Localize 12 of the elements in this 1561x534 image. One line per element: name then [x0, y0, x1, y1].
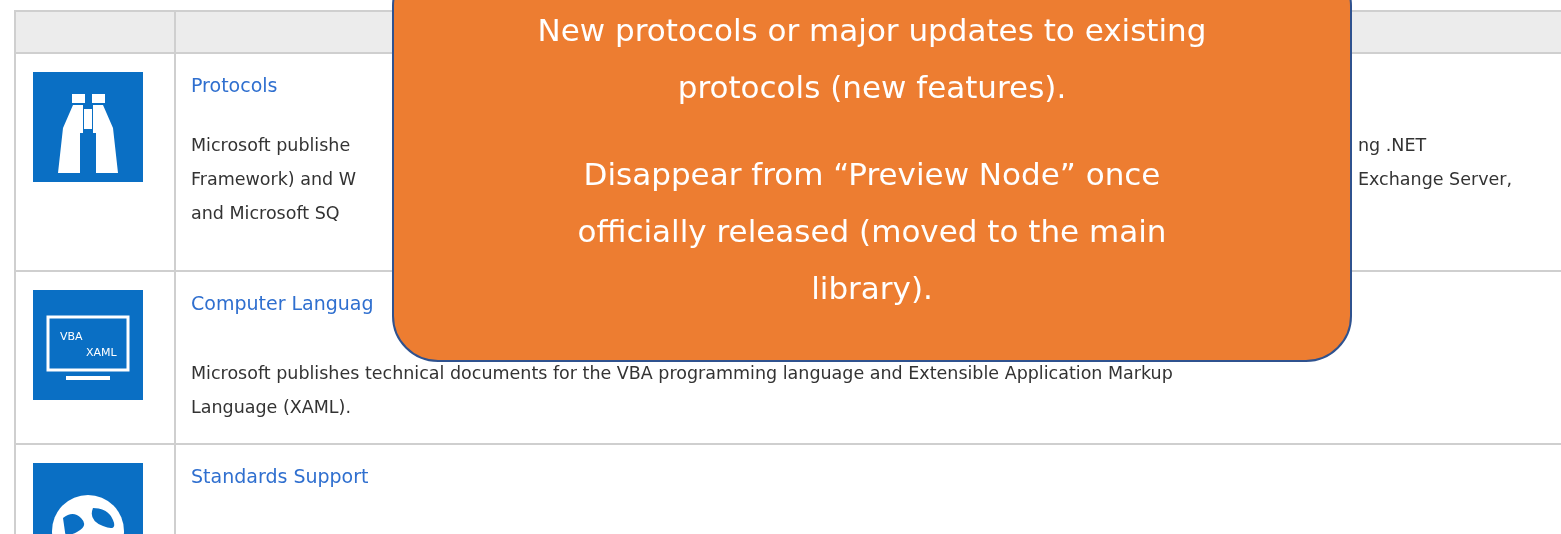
- section-link[interactable]: Standards Support: [191, 465, 369, 487]
- description-text: and Microsoft SQ: [191, 203, 340, 223]
- section-link[interactable]: Protocols: [191, 74, 278, 96]
- description-text: Microsoft publishes technical documents for the VBA programming language and Extensible Application Markup: [191, 363, 1173, 383]
- callout-text: Disappear from “Preview Node” once officially released (moved to the main library).: [577, 155, 1167, 308]
- description-text: Microsoft publishe: [191, 134, 352, 157]
- section-link[interactable]: Computer Languag: [191, 292, 374, 314]
- description-text: Language (XAML).: [191, 397, 351, 417]
- description-text: Framework) and W: [191, 168, 358, 191]
- description-text: Exchange Server,: [1358, 168, 1514, 191]
- description-text: ng .NET: [1358, 134, 1428, 157]
- callout-text: New protocols or major updates to existing protocols (new features).: [537, 11, 1207, 107]
